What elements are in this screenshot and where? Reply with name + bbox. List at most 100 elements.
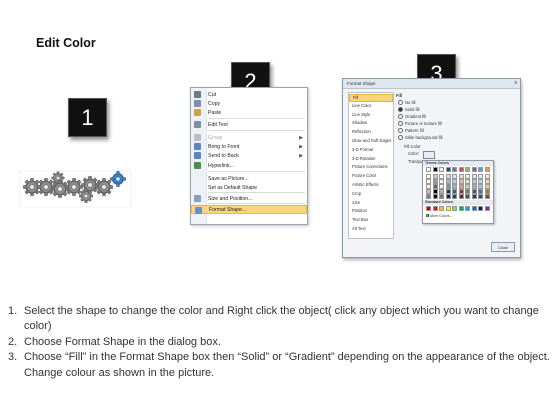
nav-item-picture-color[interactable]: Picture Color: [349, 173, 393, 181]
theme-color-swatch[interactable]: [432, 167, 438, 172]
dialog-nav-list: Fill Line Color Line Style Shadow Reflection…: [348, 92, 394, 239]
instructions-list: 1. Select the shape to change the color a…: [8, 304, 556, 381]
menu-item-format-shape[interactable]: Format Shape...: [191, 205, 307, 214]
theme-color-shade-swatch[interactable]: [426, 194, 431, 200]
standard-color-swatch[interactable]: [478, 206, 483, 211]
theme-color-shade-swatch[interactable]: [471, 194, 477, 200]
nav-item-artistic-effects[interactable]: Artistic Effects: [349, 182, 393, 190]
theme-color-shade-swatch[interactable]: [478, 194, 483, 200]
menu-separator: [208, 192, 305, 193]
menu-item-save-as-picture[interactable]: Save as Picture...: [191, 174, 307, 183]
nav-item-crop[interactable]: Crop: [349, 191, 393, 199]
nav-item-size[interactable]: Size: [349, 200, 393, 208]
menu-item-group[interactable]: Group ▶: [191, 133, 307, 142]
standard-color-swatch[interactable]: [439, 206, 444, 211]
theme-color-swatch[interactable]: [452, 167, 457, 172]
color-wheel-icon: [426, 214, 429, 217]
fill-option-solid-fill[interactable]: Solid fill: [398, 107, 419, 112]
radio-icon: [398, 121, 403, 126]
close-button[interactable]: Close: [491, 242, 515, 252]
menu-item-set-as-default-shape[interactable]: Set as Default Shape: [191, 183, 307, 192]
step-text: Choose Format Shape in the dialog box.: [24, 335, 221, 348]
menu-separator: [208, 171, 305, 172]
nav-item-shadow[interactable]: Shadow: [349, 120, 393, 128]
theme-color-shade-swatch[interactable]: [439, 194, 444, 200]
standard-color-swatch[interactable]: [471, 206, 477, 211]
fill-option-slide-background-fill[interactable]: Slide background fill: [398, 135, 442, 140]
nav-item-line-color[interactable]: Line Color: [349, 103, 393, 111]
menu-item-label: Format Shape...: [209, 206, 247, 213]
nav-item-line-style[interactable]: Line Style: [349, 112, 393, 120]
theme-color-shade-swatch[interactable]: [445, 194, 451, 200]
menu-item-label: Paste: [208, 109, 222, 116]
menu-item-cut[interactable]: Cut: [191, 90, 307, 99]
theme-colors-header: Theme Colors: [423, 161, 493, 166]
fill-option-pattern-fill[interactable]: Pattern fill: [398, 128, 424, 133]
close-icon[interactable]: x: [515, 80, 518, 86]
gears-shape[interactable]: [18, 165, 133, 210]
standard-color-swatch[interactable]: [458, 206, 464, 211]
fill-option-no-fill[interactable]: No fill: [398, 100, 415, 105]
menu-separator: [208, 118, 305, 119]
fill-color-label: Fill Color: [404, 144, 421, 149]
standard-color-swatch[interactable]: [445, 206, 451, 211]
theme-color-swatch[interactable]: [445, 167, 451, 172]
copy-icon: [194, 100, 201, 107]
nav-item-3-d-rotation[interactable]: 3-D Rotation: [349, 156, 393, 164]
context-menu: Cut Copy Paste Edit Text Group ▶ Bring to Fron…: [190, 87, 308, 225]
menu-item-label: Size and Position...: [208, 195, 253, 202]
fill-option-gradient-fill[interactable]: Gradient fill: [398, 114, 426, 119]
theme-color-shade-swatch[interactable]: [484, 194, 490, 200]
nav-item-position[interactable]: Position: [349, 208, 393, 216]
menu-item-size-and-position[interactable]: Size and Position...: [191, 194, 307, 203]
theme-color-swatch[interactable]: [439, 167, 444, 172]
submenu-arrow-icon: ▶: [299, 134, 303, 141]
menu-separator: [208, 130, 305, 131]
nav-item-text-box[interactable]: Text Box: [349, 217, 393, 225]
standard-color-swatch[interactable]: [465, 206, 470, 211]
send-back-icon: [194, 152, 201, 159]
menu-item-edit-text[interactable]: Edit Text: [191, 120, 307, 129]
fill-option-picture-or-texture-fill[interactable]: Picture or texture fill: [398, 121, 442, 126]
menu-item-hyperlink[interactable]: Hyperlink...: [191, 161, 307, 170]
bring-front-icon: [194, 143, 201, 150]
menu-item-label: Cut: [208, 91, 217, 98]
fill-color-picker-button[interactable]: [423, 151, 435, 163]
menu-item-copy[interactable]: Copy: [191, 99, 307, 108]
theme-color-swatch[interactable]: [471, 167, 477, 172]
theme-color-swatch[interactable]: [478, 167, 483, 172]
more-colors-link[interactable]: More Colors...: [426, 214, 453, 218]
theme-color-shade-swatch[interactable]: [458, 194, 464, 200]
menu-item-send-to-back[interactable]: Send to Back ▶: [191, 151, 307, 160]
standard-color-swatch[interactable]: [484, 206, 490, 211]
fill-option-label: Solid fill: [405, 107, 420, 112]
theme-color-swatch[interactable]: [484, 167, 490, 172]
radio-icon: [398, 114, 403, 119]
nav-item-fill[interactable]: Fill: [349, 94, 393, 103]
nav-item-glow-and-soft-edges[interactable]: Glow and Soft Edges: [349, 138, 393, 146]
nav-item-picture-corrections[interactable]: Picture Corrections: [349, 164, 393, 172]
menu-item-paste[interactable]: Paste: [191, 108, 307, 117]
paste-icon: [194, 109, 201, 116]
theme-color-shade-swatch[interactable]: [452, 194, 457, 200]
fill-option-label: Picture or texture fill: [405, 121, 443, 126]
standard-color-swatch[interactable]: [432, 206, 438, 211]
menu-item-label: Save as Picture...: [208, 175, 249, 182]
standard-color-swatch[interactable]: [452, 206, 457, 211]
theme-color-swatch[interactable]: [465, 167, 470, 172]
hyperlink-icon: [194, 162, 201, 169]
nav-item-alt-text[interactable]: Alt Text: [349, 226, 393, 234]
fill-option-label: Pattern fill: [405, 128, 424, 133]
menu-item-label: Send to Back: [208, 152, 239, 159]
menu-item-label: Group: [208, 134, 223, 141]
theme-color-swatch[interactable]: [458, 167, 464, 172]
theme-color-shade-swatch[interactable]: [465, 194, 470, 200]
scissors-icon: [194, 91, 201, 98]
menu-item-bring-to-front[interactable]: Bring to Front ▶: [191, 142, 307, 151]
nav-item-reflection[interactable]: Reflection: [349, 129, 393, 137]
nav-item-3-d-format[interactable]: 3-D Format: [349, 147, 393, 155]
theme-color-shade-swatch[interactable]: [432, 194, 438, 200]
standard-color-swatch[interactable]: [426, 206, 431, 211]
theme-color-swatch[interactable]: [426, 167, 431, 172]
standard-colors-header: Standard Colors: [423, 200, 493, 205]
